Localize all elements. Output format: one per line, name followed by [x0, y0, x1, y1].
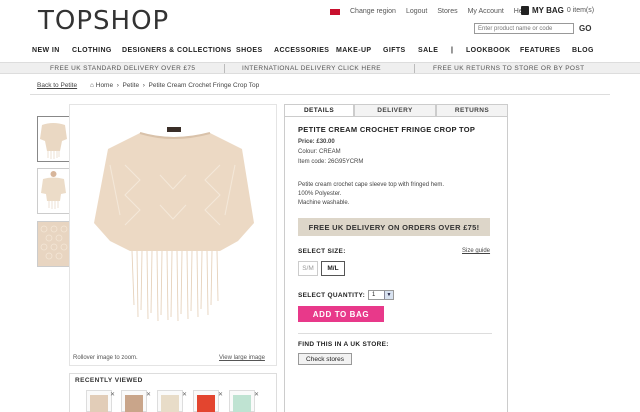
nav-accessories[interactable]: ACCESSORIES	[274, 47, 329, 54]
breadcrumb-home[interactable]: Home	[96, 82, 113, 89]
recent-item-swatch	[233, 395, 251, 412]
price: £30.00	[316, 139, 335, 145]
divider	[30, 94, 610, 95]
select-size-label: SELECT SIZE:	[298, 248, 346, 255]
breadcrumb-petite[interactable]: Petite	[122, 82, 139, 89]
find-in-store-label: FIND THIS IN A UK STORE:	[298, 341, 389, 348]
garment-label	[167, 127, 181, 132]
header-links: Change region Logout Stores My Account H…	[330, 8, 528, 15]
logout-link[interactable]: Logout	[406, 8, 427, 15]
description-line: Machine washable.	[298, 200, 350, 206]
bag-count: 0 item(s)	[566, 7, 595, 14]
nav-clothing[interactable]: CLOTHING	[72, 47, 112, 54]
size-guide-link[interactable]: Size guide	[462, 248, 490, 254]
promo-divider	[414, 64, 415, 73]
product-title: PETITE CREAM CROCHET FRINGE CROP TOP	[298, 125, 476, 134]
remove-icon[interactable]: ✕	[110, 391, 115, 398]
search-input[interactable]: Enter product name or code	[474, 23, 574, 34]
recent-item[interactable]	[193, 390, 219, 412]
nav-shoes[interactable]: SHOES	[236, 47, 263, 54]
breadcrumb-current: Petite Cream Crochet Fringe Crop Top	[148, 82, 260, 89]
size-option-ml[interactable]: M/L	[321, 261, 345, 276]
price-row: Price: £30.00	[298, 139, 335, 145]
search-go-button[interactable]: GO	[579, 24, 591, 33]
view-large-image-link[interactable]: View large image	[219, 355, 265, 361]
recent-item[interactable]	[229, 390, 255, 412]
remove-icon[interactable]: ✕	[182, 391, 187, 398]
nav-make-up[interactable]: MAKE-UP	[336, 47, 371, 54]
home-icon: ⌂	[90, 82, 94, 89]
recent-item[interactable]	[86, 390, 112, 412]
nav-gifts[interactable]: GIFTS	[383, 47, 406, 54]
remove-icon[interactable]: ✕	[254, 391, 259, 398]
colour-row: Colour: CREAM	[298, 149, 341, 155]
main-nav: NEW IN CLOTHING DESIGNERS & COLLECTIONS …	[0, 40, 640, 60]
topshop-logo[interactable]: TOPSHOP	[38, 6, 169, 36]
bag-label: MY BAG	[532, 6, 564, 15]
free-delivery-banner: FREE UK DELIVERY ON ORDERS OVER £75!	[298, 218, 490, 236]
recent-item-swatch	[125, 395, 143, 412]
description-line: 100% Polyester.	[298, 191, 342, 197]
recent-item-swatch	[90, 395, 108, 412]
add-to-bag-button[interactable]: ADD TO BAG	[298, 306, 384, 322]
product-main-image[interactable]	[69, 104, 277, 366]
my-bag-link[interactable]: MY BAG 0 item(s)	[521, 6, 594, 15]
stores-link[interactable]: Stores	[437, 8, 457, 15]
promo-returns[interactable]: FREE UK RETURNS TO STORE OR BY POST	[433, 65, 585, 72]
divider	[298, 333, 492, 334]
promo-international[interactable]: INTERNATIONAL DELIVERY CLICK HERE	[242, 65, 381, 72]
nav-features[interactable]: FEATURES	[520, 47, 560, 54]
recent-item[interactable]	[157, 390, 183, 412]
nav-lookbook[interactable]: LOOKBOOK	[466, 47, 510, 54]
back-link[interactable]: Back to Petite	[37, 82, 77, 89]
check-stores-button[interactable]: Check stores	[298, 353, 352, 365]
select-quantity-label: SELECT QUANTITY:	[298, 292, 366, 299]
shopping-bag-icon	[521, 6, 529, 15]
nav-new-in[interactable]: NEW IN	[32, 47, 60, 54]
recent-item-swatch	[161, 395, 179, 412]
size-option-sm[interactable]: S/M	[298, 261, 318, 276]
chevron-down-icon: ▼	[384, 291, 393, 299]
change-region-link[interactable]: Change region	[350, 8, 396, 15]
promo-bar: FREE UK STANDARD DELIVERY OVER £75 INTER…	[0, 62, 640, 74]
remove-icon[interactable]: ✕	[218, 391, 223, 398]
nav-blog[interactable]: BLOG	[572, 47, 594, 54]
item-code-row: Item code: 26G95YCRM	[298, 159, 364, 165]
promo-uk-delivery[interactable]: FREE UK STANDARD DELIVERY OVER £75	[50, 65, 195, 72]
recent-item-swatch	[197, 395, 215, 412]
nav-designers[interactable]: DESIGNERS & COLLECTIONS	[122, 47, 232, 54]
nav-sale[interactable]: SALE	[418, 47, 438, 54]
thumbnail-3[interactable]	[37, 221, 70, 267]
remove-icon[interactable]: ✕	[146, 391, 151, 398]
description-line: Petite cream crochet cape sleeve top wit…	[298, 182, 445, 188]
nav-divider: |	[451, 46, 454, 54]
quantity-select[interactable]: 1 ▼	[368, 290, 394, 300]
zoom-hint: Rollover image to zoom.	[73, 355, 138, 361]
thumbnail-1[interactable]	[37, 116, 70, 162]
recently-viewed-title: RECENTLY VIEWED	[75, 377, 143, 384]
thumbnail-2[interactable]	[37, 168, 70, 214]
breadcrumb: ⌂ Home › Petite › Petite Cream Crochet F…	[90, 82, 260, 89]
promo-divider	[224, 64, 225, 73]
my-account-link[interactable]: My Account	[468, 8, 504, 15]
recent-item[interactable]	[121, 390, 147, 412]
quantity-value: 1	[372, 292, 376, 298]
uk-flag-icon	[330, 8, 340, 15]
